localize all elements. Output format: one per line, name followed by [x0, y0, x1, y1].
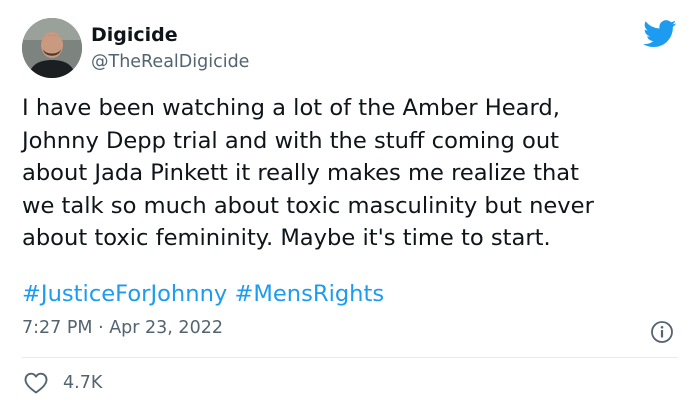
author-name[interactable]: Digicide — [91, 24, 178, 46]
tweet-text-line: about toxic femininity. Maybe it's time … — [22, 225, 551, 251]
author-handle[interactable]: @TheRealDigicide — [91, 52, 249, 72]
tweet-text-line: I have been watching a lot of the Amber … — [22, 95, 560, 121]
hashtag-justiceforjohnny[interactable]: #JusticeForJohnny — [22, 281, 227, 307]
hashtag-row: #JusticeForJohnny #MensRights — [22, 278, 384, 310]
hashtag-mensrights[interactable]: #MensRights — [234, 281, 384, 307]
heart-icon — [24, 372, 48, 394]
tweet-text-line: we talk so much about toxic masculinity … — [22, 192, 594, 219]
like-button[interactable]: 4.7K — [24, 370, 102, 396]
divider — [22, 357, 678, 358]
tweet-text: I have been watching a lot of the Amber … — [22, 92, 682, 255]
profile-photo-icon — [22, 18, 82, 78]
tweet-text-line: about Jada Pinkett it really makes me re… — [22, 160, 580, 186]
tweet-card: Digicide @TheRealDigicide I have been wa… — [0, 0, 700, 410]
tweet-timestamp[interactable]: 7:27 PM · Apr 23, 2022 — [22, 318, 223, 338]
twitter-bird-icon[interactable] — [643, 20, 677, 48]
tweet-text-line: Johnny Depp trial and with the stuff com… — [22, 127, 560, 154]
info-icon[interactable] — [650, 320, 674, 344]
like-count: 4.7K — [63, 373, 103, 393]
avatar[interactable] — [22, 18, 82, 78]
